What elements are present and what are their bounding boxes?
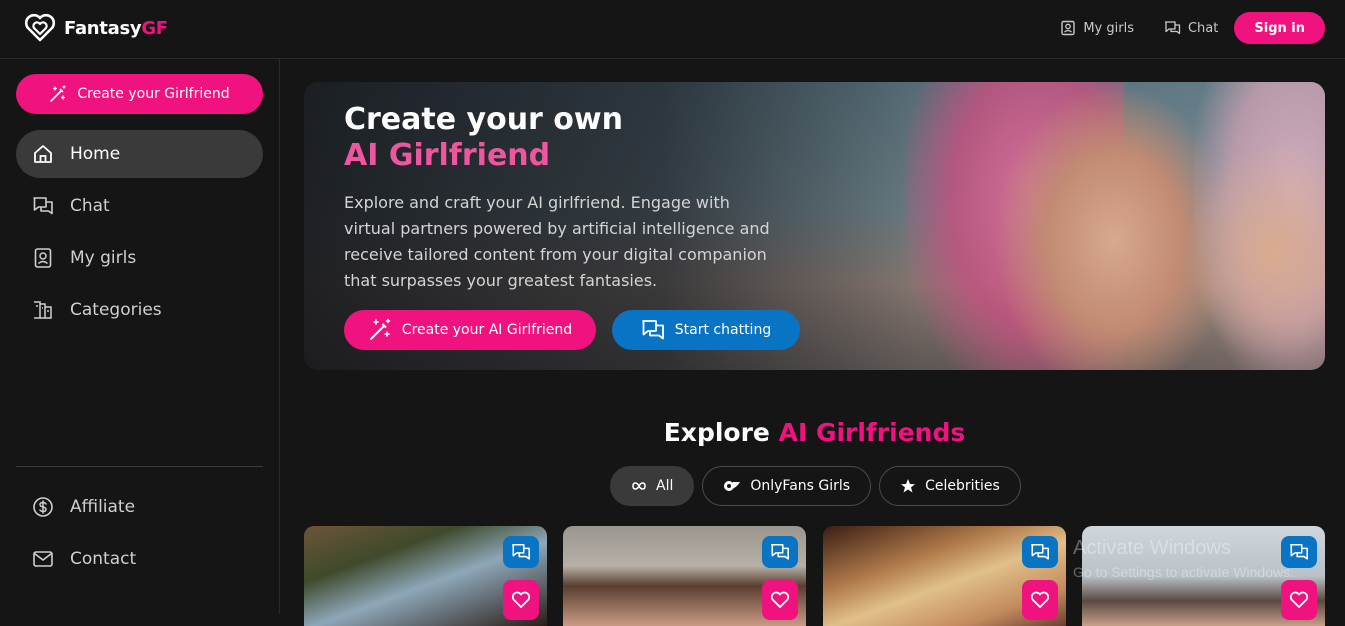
card-chat-button[interactable] [762,536,798,568]
hero-image-decoration [1184,142,1325,362]
filter-label: All [656,478,674,494]
sidebar-divider [16,466,263,467]
filter-onlyfans-girls[interactable]: OnlyFans Girls [702,466,872,506]
magic-wand-icon [369,318,391,340]
filter-celebrities[interactable]: Celebrities [879,466,1021,506]
start-chatting-button[interactable]: Start chatting [612,310,800,350]
top-nav-chat-label: Chat [1187,20,1219,36]
home-icon [34,145,52,163]
sidebar-item-label: Contact [70,549,137,569]
card-like-button[interactable] [1281,580,1317,620]
top-nav-chat[interactable]: Chat [1164,20,1218,36]
girlfriend-card[interactable] [304,526,547,626]
explore-heading-main: Explore [663,418,770,447]
heart-icon [1289,591,1309,608]
sidebar-item-affiliate[interactable]: Affiliate [16,483,263,531]
onlyfans-icon [724,481,741,491]
explore-heading-accent: AI Girlfriends [778,418,966,447]
top-nav: My girls Chat Sign in [1060,12,1325,44]
filter-label: Celebrities [925,478,1000,494]
girlfriend-card[interactable] [563,526,806,626]
top-nav-my-girls-label: My girls [1083,20,1134,36]
my-girls-icon [34,248,52,268]
explore-heading: Explore AI Girlfriends [304,418,1325,447]
chat-icon [1031,543,1049,560]
brand-logo[interactable]: FantasyGF [24,13,168,43]
categories-icon [34,301,52,319]
watermark-line2: Go to Settings to activate Windows. [1073,564,1294,580]
chat-icon [641,320,664,340]
top-bar: FantasyGF My girls Chat Sign in [0,0,1345,59]
hero-banner: Create your own AI Girlfriend Explore an… [304,82,1325,370]
top-nav-my-girls[interactable]: My girls [1060,20,1134,36]
windows-activation-watermark: Activate Windows Go to Settings to activ… [1073,537,1294,580]
star-icon [901,479,916,493]
create-girlfriend-label: Create your Girlfriend [77,86,230,102]
mail-icon [33,551,53,567]
my-girls-icon [1061,20,1076,36]
girlfriend-card[interactable] [823,526,1066,626]
heart-icon [1030,591,1050,608]
dollar-icon [33,497,53,517]
brand-name: FantasyGF [64,17,168,39]
sidebar-item-label: Affiliate [70,497,136,517]
infinity-icon [632,482,646,490]
watermark-line1: Activate Windows [1073,537,1231,559]
card-chat-button[interactable] [1022,536,1058,568]
sidebar-item-my-girls[interactable]: My girls [16,234,263,282]
hero-title-line1: Create your own [344,102,623,137]
create-girlfriend-button[interactable]: Create your Girlfriend [16,74,263,114]
sidebar-item-chat[interactable]: Chat [16,182,263,230]
chat-icon [33,197,53,215]
sign-in-button[interactable]: Sign in [1234,12,1325,44]
heart-icon [770,591,790,608]
card-like-button[interactable] [762,580,798,620]
hero-title-line2: AI Girlfriend [344,138,551,173]
card-chat-button[interactable] [503,536,539,568]
hero-title: Create your own AI Girlfriend [344,102,623,174]
magic-wand-icon [50,85,66,102]
chat-icon [771,543,789,560]
card-like-button[interactable] [1022,580,1058,620]
filter-label: OnlyFans Girls [750,478,851,494]
start-chatting-label: Start chatting [674,322,772,338]
heart-icon [511,591,531,608]
create-ai-girlfriend-label: Create your AI Girlfriend [401,322,573,338]
chat-icon [512,543,530,560]
filter-all[interactable]: All [610,466,695,506]
sidebar-item-contact[interactable]: Contact [16,535,263,583]
sidebar-item-label: Categories [70,300,162,320]
sidebar-item-home[interactable]: Home [16,130,263,178]
heart-logo-icon [24,13,56,42]
hero-description: Explore and craft your AI girlfriend. En… [344,193,770,290]
card-like-button[interactable] [503,580,539,620]
chat-icon [1164,21,1181,35]
create-ai-girlfriend-button[interactable]: Create your AI Girlfriend [344,310,596,350]
sidebar-item-label: Chat [70,196,110,216]
sidebar-item-label: Home [70,144,121,164]
sidebar-item-categories[interactable]: Categories [16,286,263,334]
category-filters: All OnlyFans Girls Celebrities [610,466,1021,506]
sidebar-item-label: My girls [70,248,137,268]
sidebar: Create your Girlfriend Home Chat My girl… [0,59,280,614]
